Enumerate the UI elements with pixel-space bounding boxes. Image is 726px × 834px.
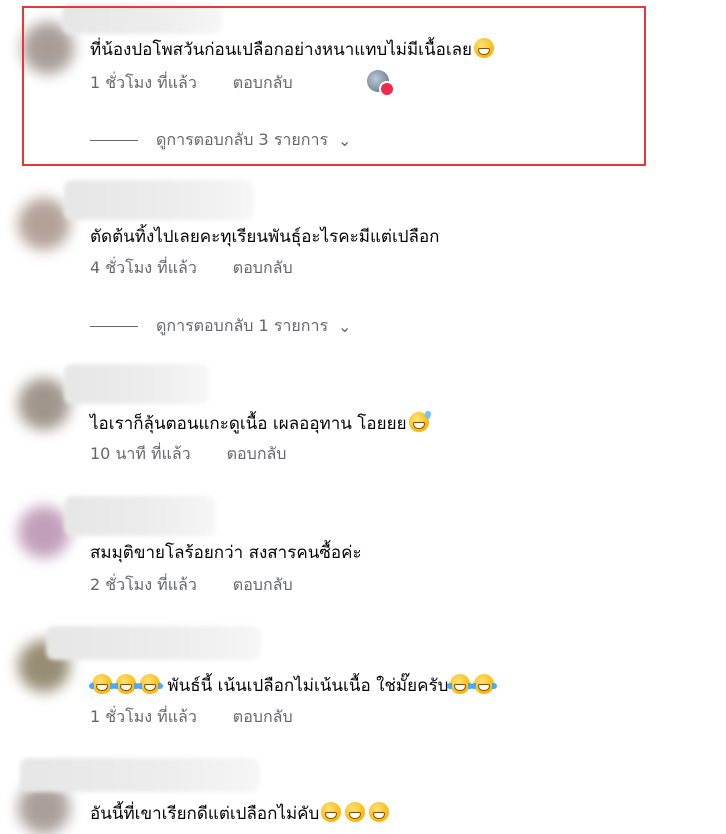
face-with-tears-of-joy-icon <box>113 674 139 694</box>
chevron-down-icon: ⌄ <box>338 316 352 336</box>
grinning-face-with-sweat-icon <box>408 411 431 432</box>
comment-meta: 4 ชั่วโมง ที่แล้ว ตอบกลับ <box>90 258 293 278</box>
commenter-name-redacted[interactable] <box>46 626 261 660</box>
commenter-avatar[interactable] <box>18 378 70 430</box>
comment-timestamp[interactable]: 2 ชั่วโมง ที่แล้ว <box>90 575 197 595</box>
face-with-tears-of-joy-icon <box>89 674 115 694</box>
thread-line <box>90 325 138 327</box>
reply-button[interactable]: ตอบกลับ <box>233 575 293 595</box>
commenter-name-redacted[interactable] <box>64 496 216 536</box>
commenter-avatar[interactable] <box>18 198 70 250</box>
comment-timestamp[interactable]: 4 ชั่วโมง ที่แล้ว <box>90 258 197 278</box>
grinning-squinting-face-icon <box>345 802 366 822</box>
reply-button[interactable]: ตอบกลับ <box>233 707 293 727</box>
view-replies-button[interactable]: ดูการตอบกลับ 1 รายการ ⌄ <box>90 315 351 337</box>
grinning-squinting-face-icon <box>321 802 342 822</box>
face-with-tears-of-joy-icon <box>137 674 163 694</box>
commenter-name-redacted[interactable] <box>64 364 209 404</box>
reply-button[interactable]: ตอบกลับ <box>233 258 293 278</box>
reply-button[interactable]: ตอบกลับ <box>227 444 287 464</box>
comment-meta: 10 นาที ที่แล้ว ตอบกลับ <box>90 444 286 464</box>
comment-text: อันนี้ที่เขาเรียกดีแต่เปลือกไม่คับ <box>90 802 391 825</box>
comment-meta: 2 ชั่วโมง ที่แล้ว ตอบกลับ <box>90 575 293 595</box>
comment-text: พันธ์นี้ เน้นเปลือกไม่เน้นเนื้อ ใช่มั๊ยค… <box>89 674 498 697</box>
comment-timestamp[interactable]: 1 ชั่วโมง ที่แล้ว <box>90 707 197 727</box>
face-with-tears-of-joy-icon <box>471 674 498 694</box>
comment-text: สมมุติขายโลร้อยกว่า สงสารคนซื้อค่ะ <box>90 543 362 563</box>
highlight-box <box>22 6 646 166</box>
commenter-name-redacted[interactable] <box>20 758 260 792</box>
face-with-tears-of-joy-icon <box>447 674 474 694</box>
comment-text: ตัดต้นทิ้งไปเลยคะทุเรียนพันธุ์อะไรคะมีแต… <box>90 227 440 247</box>
grinning-squinting-face-icon <box>369 802 390 822</box>
comment-text: ไอเราก็ลุ้นตอนแกะดูเนื้อ เผลออุทาน โอยยย <box>90 411 431 435</box>
commenter-name-redacted[interactable] <box>64 180 254 220</box>
comment-timestamp[interactable]: 10 นาที ที่แล้ว <box>90 444 191 464</box>
comment-meta: 1 ชั่วโมง ที่แล้ว ตอบกลับ <box>90 707 293 727</box>
commenter-avatar[interactable] <box>18 506 70 558</box>
